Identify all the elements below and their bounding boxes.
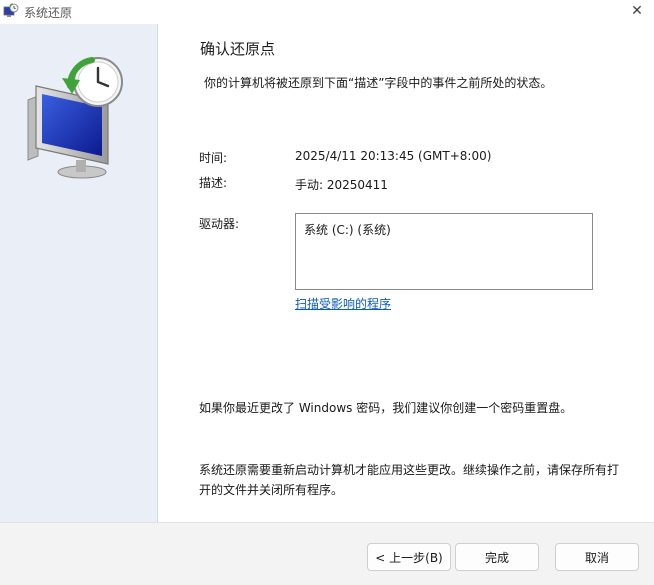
system-restore-monitor-clock-icon: [27, 57, 123, 179]
description-value: 手动: 20250411: [295, 178, 388, 192]
button-bar: < 上一步(B) 完成 取消: [0, 522, 654, 585]
time-label: 时间:: [199, 151, 228, 165]
window-title: 系统还原: [24, 6, 73, 20]
drives-label: 驱动器:: [199, 217, 240, 231]
page-title: 确认还原点: [200, 40, 276, 58]
close-icon: ✕: [631, 3, 643, 19]
scan-affected-programs-link[interactable]: 扫描受影响的程序: [295, 295, 391, 312]
system-restore-icon: [3, 3, 19, 19]
finish-button[interactable]: 完成: [455, 543, 539, 571]
list-item[interactable]: 系统 (C:) (系统): [304, 221, 391, 238]
password-note: 如果你最近更改了 Windows 密码，我们建议你创建一个密码重置盘。: [199, 401, 573, 415]
drives-list[interactable]: 系统 (C:) (系统): [295, 213, 593, 290]
side-panel: [0, 24, 158, 522]
close-button[interactable]: ✕: [620, 0, 654, 22]
cancel-button[interactable]: 取消: [555, 543, 639, 571]
time-value: 2025/4/11 20:13:45 (GMT+8:00): [295, 149, 492, 163]
title-bar: 系统还原 ✕: [0, 0, 654, 24]
page-description: 你的计算机将被还原到下面“描述”字段中的事件之前所处的状态。: [204, 76, 553, 90]
description-label: 描述:: [199, 176, 228, 190]
back-button[interactable]: < 上一步(B): [367, 543, 451, 571]
restart-note: 系统还原需要重新启动计算机才能应用这些更改。继续操作之前，请保存所有打开的文件并…: [199, 463, 620, 497]
